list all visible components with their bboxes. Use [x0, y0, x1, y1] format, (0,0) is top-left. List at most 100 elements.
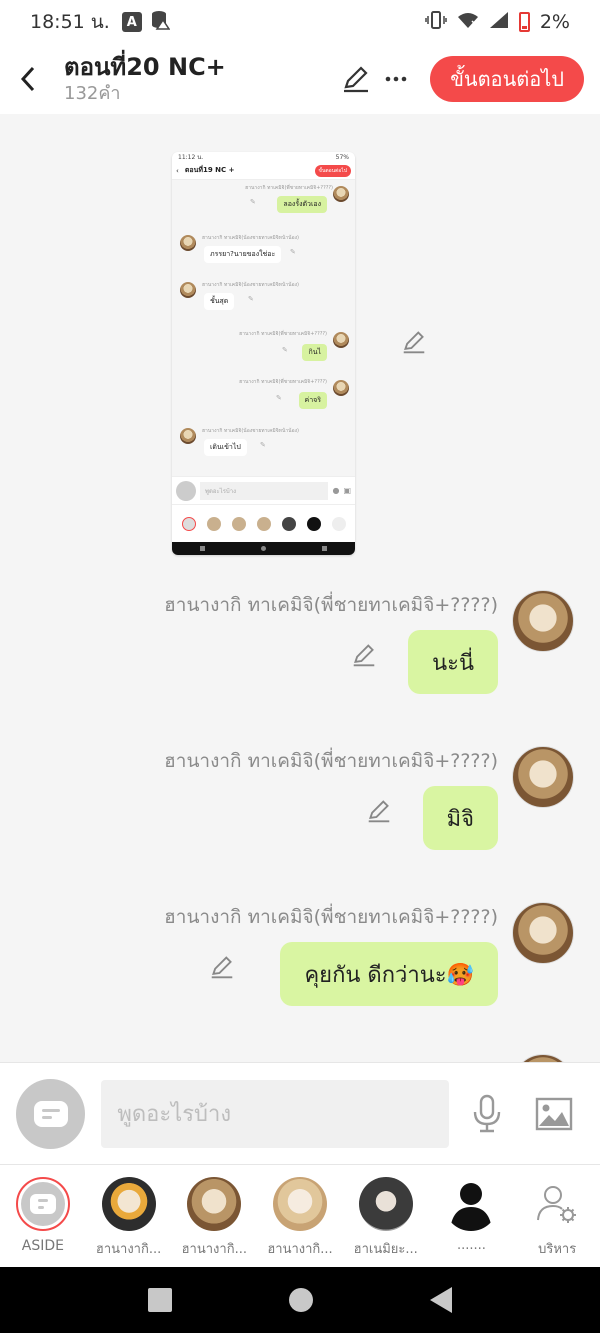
- home-button[interactable]: [288, 1288, 313, 1312]
- vibrate-icon: [425, 10, 447, 35]
- character-label: บริหาร: [538, 1242, 577, 1257]
- character-label: ฮานางากิ...: [181, 1242, 247, 1257]
- edit-title-button[interactable]: [336, 59, 376, 99]
- character-item[interactable]: ฮานางากิ...: [171, 1165, 257, 1267]
- preview-aside-icon: [176, 480, 196, 501]
- preview-sender: ฮานางากิ ทาเคมิจิ(พี่ชายทาเคมิจิ+????): [239, 331, 327, 337]
- preview-avatar: [180, 428, 196, 444]
- preview-avatar: [333, 380, 349, 396]
- app-header: ตอนที่20 NC+ 132คำ ขั้นตอนต่อไป: [0, 44, 600, 114]
- pencil-icon: [368, 800, 390, 823]
- preview-back-icon: ‹: [176, 166, 179, 175]
- battery-percent: 2%: [539, 11, 570, 33]
- preview-char-avatar: [331, 516, 346, 531]
- microphone-icon: [473, 1094, 501, 1132]
- pencil-icon: [403, 331, 425, 354]
- pencil-icon: [211, 956, 233, 979]
- preview-char-avatar: [181, 516, 196, 531]
- battery-icon: [518, 12, 530, 32]
- message-input[interactable]: พูดอะไรบ้าง: [101, 1079, 450, 1148]
- edit-message-button[interactable]: [208, 953, 236, 981]
- message-sender: ฮานางากิ ทาเคมิจิ(พี่ชายทาเคมิจิ+????): [164, 594, 498, 616]
- avatar[interactable]: [512, 902, 574, 964]
- character-bar: ASIDE ฮานางากิ... ฮานางากิ... ฮานางากิ..…: [0, 1164, 600, 1267]
- user-settings-icon: [537, 1186, 577, 1223]
- more-button[interactable]: [376, 59, 416, 99]
- preview-pencil-icon: ✎: [282, 346, 288, 354]
- preview-char-avatar: [281, 516, 296, 531]
- character-item[interactable]: ฮานางากิ...: [257, 1165, 343, 1267]
- preview-time: 11:12 น.: [178, 154, 204, 161]
- preview-bubble: ค่าจริ: [298, 392, 327, 409]
- preview-bubble: ภรรยา?นายของใช่อะ: [204, 246, 282, 263]
- person-silhouette-icon: [450, 1183, 493, 1231]
- wifi-icon: [457, 11, 479, 34]
- silhouette-avatar: [444, 1177, 499, 1231]
- message-bubble[interactable]: นะนี่: [408, 630, 498, 694]
- preview-battery: 57%: [335, 153, 349, 161]
- status-bar: 18:51 น. A 2%: [0, 0, 600, 44]
- character-avatar: [273, 1177, 328, 1231]
- back-nav-button[interactable]: [429, 1287, 452, 1313]
- character-item[interactable]: .......: [429, 1165, 515, 1267]
- font-badge-icon: A: [121, 12, 142, 32]
- status-right: 2%: [425, 10, 570, 35]
- signal-icon: [489, 11, 509, 34]
- character-avatar: [358, 1177, 413, 1231]
- preview-char-avatar: [231, 516, 246, 531]
- preview-avatar: [333, 332, 349, 348]
- next-step-button[interactable]: ขั้นตอนต่อไป: [430, 56, 584, 102]
- preview-nav-bar: [172, 542, 355, 555]
- preview-input: พูดอะไรบ้าง: [200, 481, 329, 500]
- character-avatar: [187, 1177, 242, 1231]
- mic-button[interactable]: [457, 1084, 516, 1144]
- message-sender: ฮานางากิ ทาเคมิจิ(พี่ชายทาเคมิจิ+????): [164, 906, 498, 928]
- preview-input-bar: พูดอะไรบ้าง ● ▣: [172, 476, 355, 504]
- character-avatar: [101, 1177, 156, 1231]
- preview-bubble: ลองรั้งตัวเอง: [277, 196, 327, 213]
- preview-char-avatar: [256, 516, 271, 531]
- character-label: ฮานางากิ...: [267, 1242, 333, 1257]
- preview-status-bar: 11:12 น. 57%: [172, 152, 355, 162]
- preview-avatar: [180, 282, 196, 298]
- preview-chat: ฮานางากิ ทาเคมิจิ(พี่ชายทาเคมิจิ+????) ล…: [172, 180, 355, 476]
- avatar[interactable]: [512, 746, 574, 808]
- preview-header: ‹ ตอนที่19 NC + ขั้นตอนต่อไป: [172, 162, 355, 180]
- aside-button[interactable]: [16, 1078, 86, 1149]
- preview-pencil-icon: ✎: [260, 441, 266, 449]
- pencil-icon: [344, 66, 369, 93]
- message-icon: [33, 1100, 68, 1127]
- page-title: ตอนที่20 NC+: [64, 53, 226, 81]
- image-icon: [536, 1097, 573, 1130]
- character-item[interactable]: ฮานางากิ...: [86, 1165, 172, 1267]
- message-bubble[interactable]: มิจิ: [422, 786, 498, 850]
- input-bar: พูดอะไรบ้าง: [0, 1062, 600, 1164]
- character-label: .......: [456, 1238, 486, 1253]
- character-label: ASIDE: [21, 1238, 64, 1254]
- preview-bubble: ชั้นสุด: [204, 293, 235, 310]
- avatar[interactable]: [512, 590, 574, 652]
- recents-button[interactable]: [148, 1288, 173, 1312]
- preview-bubble: เดินเข้าไป: [204, 439, 247, 456]
- preview-title: ตอนที่19 NC +: [184, 166, 235, 174]
- edit-message-button[interactable]: [365, 797, 393, 825]
- edit-message-button[interactable]: [400, 328, 428, 356]
- system-nav-bar: [0, 1267, 600, 1333]
- edit-message-button[interactable]: [350, 641, 378, 669]
- preview-characters: [172, 504, 355, 542]
- preview-image-icon: ▣: [343, 486, 351, 495]
- back-button[interactable]: [0, 44, 56, 114]
- message-bubble[interactable]: คุยกัน ดีกว่านะ🥵: [280, 942, 498, 1006]
- preview-char-avatar: [306, 516, 321, 531]
- preview-sender: ฮานางากิ ทาเคมิจิ(น้องชายทาเคมิจิหน้าน้อ…: [202, 428, 299, 434]
- image-message[interactable]: 11:12 น. 57% ‹ ตอนที่19 NC + ขั้นตอนต่อไ…: [172, 152, 355, 555]
- character-aside[interactable]: ASIDE: [0, 1165, 86, 1267]
- preview-mic-icon: ●: [332, 486, 340, 495]
- character-item[interactable]: ฮาเนมิยะ...: [343, 1165, 429, 1267]
- image-button[interactable]: [525, 1084, 584, 1144]
- chat-area[interactable]: 11:12 น. 57% ‹ ตอนที่19 NC + ขั้นตอนต่อไ…: [0, 114, 600, 1062]
- manage-characters-button[interactable]: บริหาร: [514, 1165, 600, 1267]
- preview-pencil-icon: ✎: [248, 295, 254, 303]
- storage-warning-icon: [150, 10, 171, 35]
- avatar[interactable]: [512, 1054, 574, 1062]
